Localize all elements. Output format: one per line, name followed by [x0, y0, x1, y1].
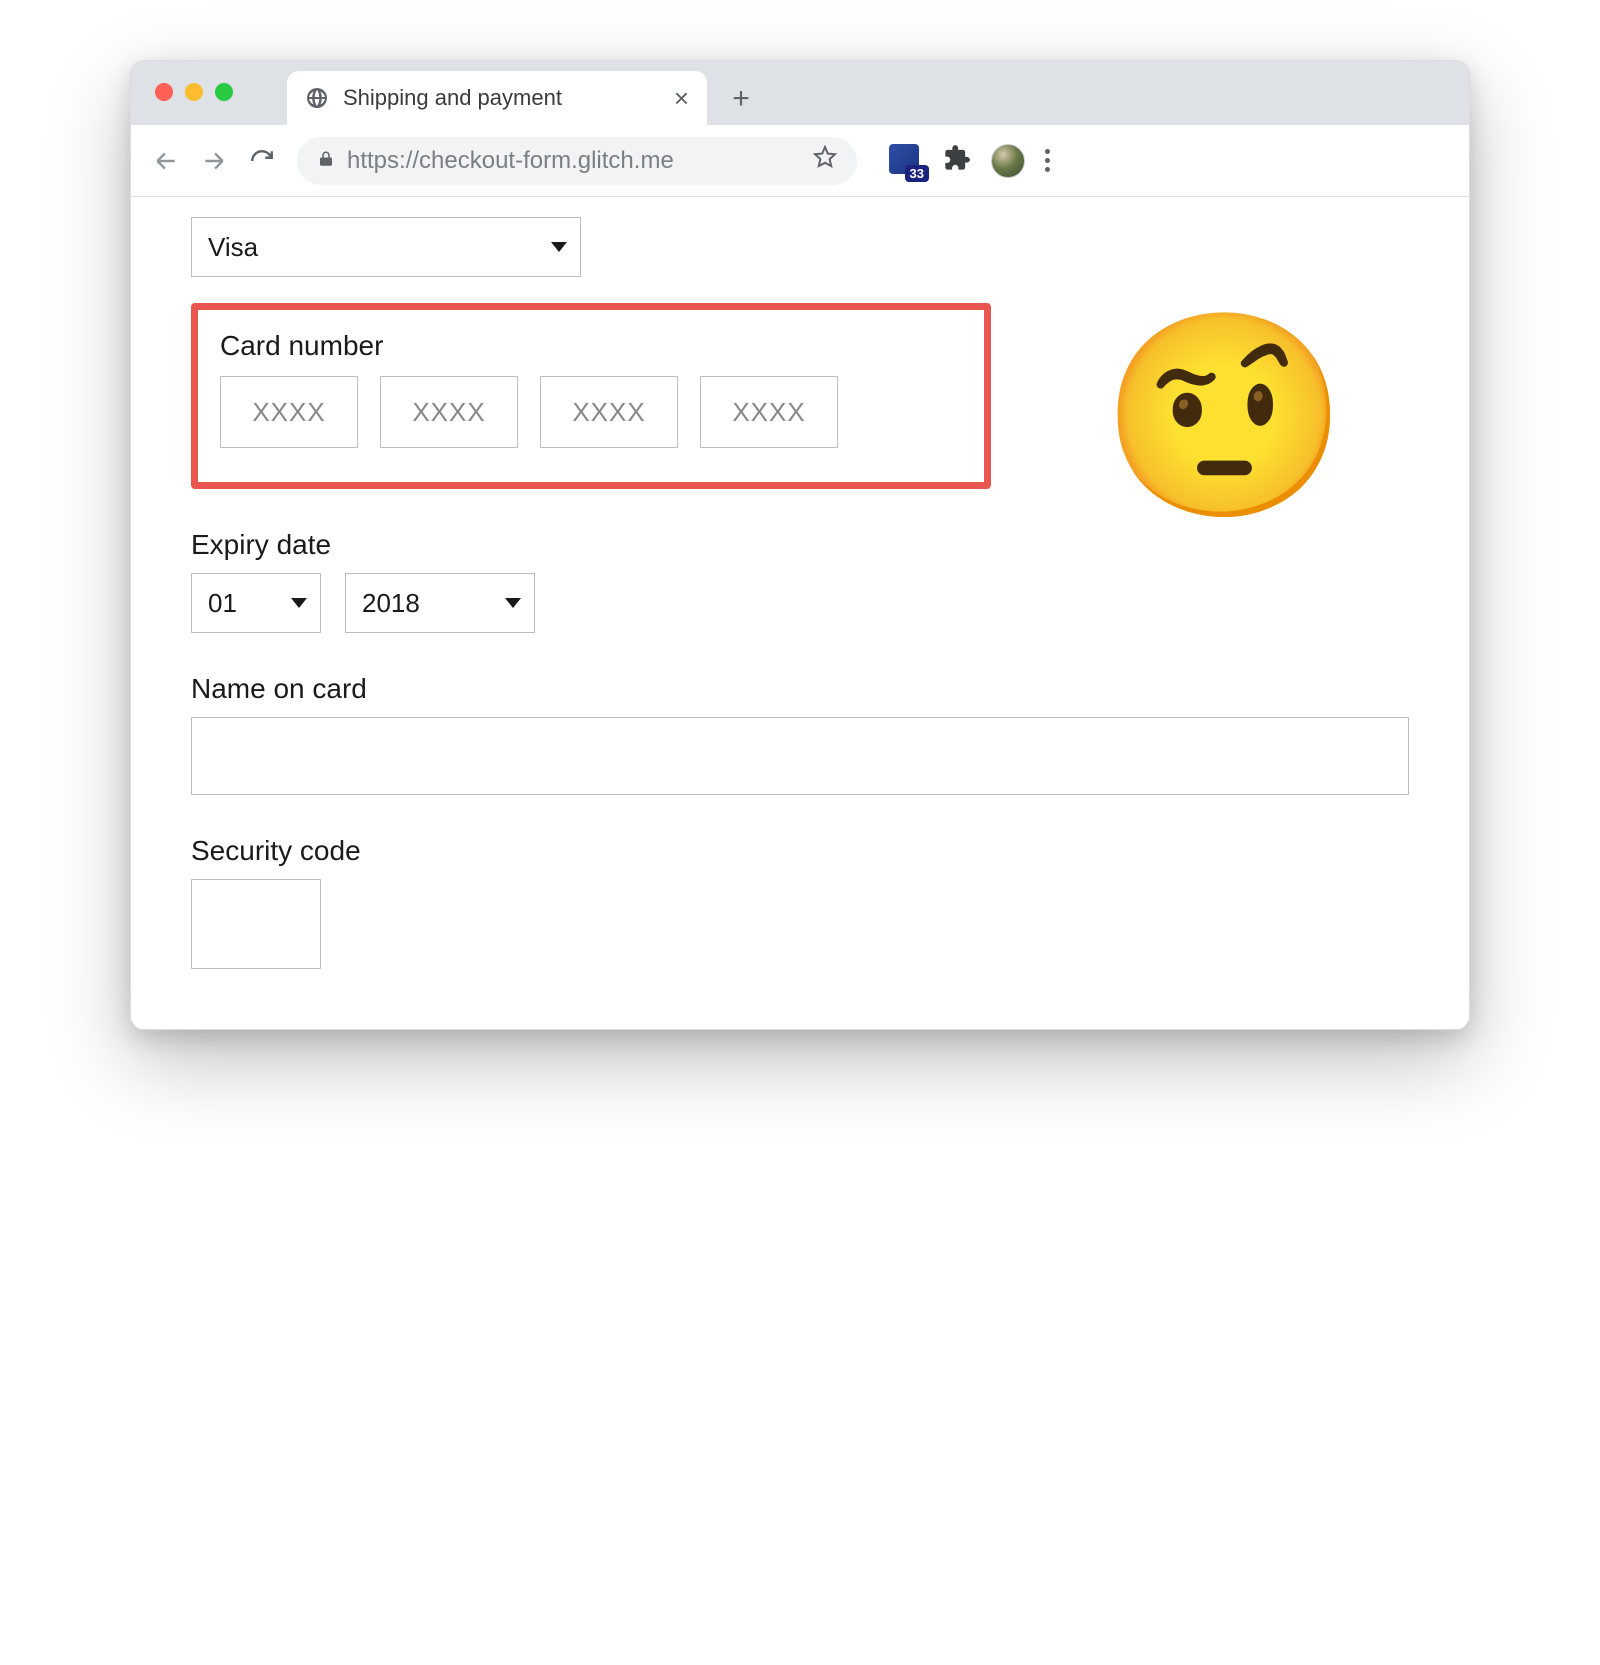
name-on-card-input[interactable]	[191, 717, 1409, 795]
close-window-icon[interactable]	[155, 83, 173, 101]
reload-button[interactable]	[249, 148, 275, 174]
lock-icon	[317, 147, 335, 175]
page-content: Visa Card number 🤨 Expiry date 01	[131, 197, 1469, 1029]
bookmark-icon[interactable]	[813, 145, 837, 176]
card-segment-3[interactable]	[540, 376, 678, 448]
profile-avatar[interactable]	[991, 144, 1025, 178]
extension-badge-count: 33	[905, 165, 929, 182]
extensions-area: 33	[889, 144, 1050, 178]
extensions-menu-icon[interactable]	[943, 144, 971, 177]
card-segment-1[interactable]	[220, 376, 358, 448]
address-bar[interactable]: https://checkout-form.glitch.me	[297, 137, 857, 185]
extension-button[interactable]: 33	[889, 144, 923, 178]
card-type-select[interactable]: Visa	[191, 217, 581, 277]
card-segment-2[interactable]	[380, 376, 518, 448]
minimize-window-icon[interactable]	[185, 83, 203, 101]
expiry-year-select[interactable]: 2018	[345, 573, 535, 633]
security-code-input[interactable]	[191, 879, 321, 969]
window-controls	[155, 83, 233, 101]
card-number-inputs	[220, 376, 962, 448]
card-segment-4[interactable]	[700, 376, 838, 448]
close-tab-icon[interactable]: ×	[674, 85, 689, 111]
tab-title: Shipping and payment	[343, 85, 562, 111]
name-label: Name on card	[191, 673, 1409, 705]
tab-bar: Shipping and payment × +	[131, 61, 1469, 125]
browser-menu-icon[interactable]	[1045, 149, 1050, 172]
maximize-window-icon[interactable]	[215, 83, 233, 101]
card-number-label: Card number	[220, 330, 962, 362]
forward-button[interactable]	[201, 148, 227, 174]
cvv-section: Security code	[191, 835, 1409, 969]
new-tab-button[interactable]: +	[721, 79, 761, 119]
browser-toolbar: https://checkout-form.glitch.me 33	[131, 125, 1469, 197]
expiry-label: Expiry date	[191, 529, 1409, 561]
browser-tab[interactable]: Shipping and payment ×	[287, 71, 707, 125]
expiry-section: Expiry date 01 2018	[191, 529, 1409, 633]
cvv-label: Security code	[191, 835, 1409, 867]
card-number-highlight: Card number	[191, 303, 991, 489]
globe-icon	[305, 86, 329, 110]
expiry-month-select[interactable]: 01	[191, 573, 321, 633]
browser-window: Shipping and payment × + https://checkou…	[130, 60, 1470, 1030]
raised-eyebrow-emoji: 🤨	[1100, 317, 1349, 517]
back-button[interactable]	[153, 148, 179, 174]
url-text: https://checkout-form.glitch.me	[347, 147, 674, 175]
name-section: Name on card	[191, 673, 1409, 795]
